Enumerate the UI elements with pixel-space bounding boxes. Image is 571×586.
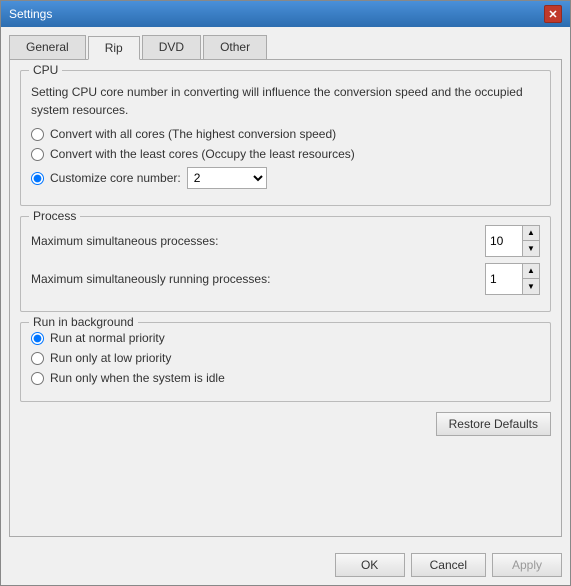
max-simultaneous-spinner: ▲ ▼ bbox=[485, 225, 540, 257]
max-running-down[interactable]: ▼ bbox=[523, 279, 539, 294]
tab-other[interactable]: Other bbox=[203, 35, 267, 59]
custom-cores-radio[interactable] bbox=[31, 172, 44, 185]
cpu-description: Setting CPU core number in converting wi… bbox=[31, 83, 540, 119]
max-simultaneous-spinner-buttons: ▲ ▼ bbox=[522, 226, 539, 256]
core-number-select[interactable]: 2 1 3 4 bbox=[187, 167, 267, 189]
max-running-row: Maximum simultaneously running processes… bbox=[31, 263, 540, 295]
max-simultaneous-input[interactable] bbox=[486, 226, 522, 256]
all-cores-label[interactable]: Convert with all cores (The highest conv… bbox=[50, 127, 336, 141]
process-group: Process Maximum simultaneous processes: … bbox=[20, 216, 551, 312]
idle-label[interactable]: Run only when the system is idle bbox=[50, 371, 225, 385]
normal-priority-row: Run at normal priority bbox=[31, 331, 540, 345]
low-priority-label[interactable]: Run only at low priority bbox=[50, 351, 171, 365]
max-running-spinner: ▲ ▼ bbox=[485, 263, 540, 295]
normal-priority-label[interactable]: Run at normal priority bbox=[50, 331, 165, 345]
restore-defaults-button[interactable]: Restore Defaults bbox=[436, 412, 551, 436]
process-group-label: Process bbox=[29, 209, 80, 223]
tab-general[interactable]: General bbox=[9, 35, 86, 59]
ok-button[interactable]: OK bbox=[335, 553, 405, 577]
custom-cores-label[interactable]: Customize core number: bbox=[50, 171, 181, 185]
tab-content: CPU Setting CPU core number in convertin… bbox=[9, 59, 562, 537]
tabs-container: General Rip DVD Other bbox=[9, 35, 562, 59]
window-title: Settings bbox=[9, 7, 52, 21]
max-running-up[interactable]: ▲ bbox=[523, 264, 539, 279]
cpu-group: CPU Setting CPU core number in convertin… bbox=[20, 70, 551, 206]
least-cores-row: Convert with the least cores (Occupy the… bbox=[31, 147, 540, 161]
cancel-button[interactable]: Cancel bbox=[411, 553, 486, 577]
max-simultaneous-down[interactable]: ▼ bbox=[523, 241, 539, 256]
restore-row: Restore Defaults bbox=[20, 412, 551, 436]
tab-dvd[interactable]: DVD bbox=[142, 35, 201, 59]
idle-radio[interactable] bbox=[31, 372, 44, 385]
all-cores-radio[interactable] bbox=[31, 128, 44, 141]
bottom-buttons: OK Cancel Apply bbox=[1, 545, 570, 585]
custom-cores-row: Customize core number: 2 1 3 4 bbox=[31, 167, 540, 189]
least-cores-radio[interactable] bbox=[31, 148, 44, 161]
close-button[interactable]: ✕ bbox=[544, 5, 562, 23]
idle-row: Run only when the system is idle bbox=[31, 371, 540, 385]
all-cores-row: Convert with all cores (The highest conv… bbox=[31, 127, 540, 141]
max-running-input[interactable] bbox=[486, 264, 522, 294]
settings-window: Settings ✕ General Rip DVD Other CPU Set… bbox=[0, 0, 571, 586]
max-running-label: Maximum simultaneously running processes… bbox=[31, 272, 479, 286]
background-group-label: Run in background bbox=[29, 315, 138, 329]
low-priority-radio[interactable] bbox=[31, 352, 44, 365]
max-simultaneous-label: Maximum simultaneous processes: bbox=[31, 234, 479, 248]
cpu-group-label: CPU bbox=[29, 63, 62, 77]
apply-button[interactable]: Apply bbox=[492, 553, 562, 577]
tab-rip[interactable]: Rip bbox=[88, 36, 140, 60]
low-priority-row: Run only at low priority bbox=[31, 351, 540, 365]
title-bar: Settings ✕ bbox=[1, 1, 570, 27]
max-simultaneous-up[interactable]: ▲ bbox=[523, 226, 539, 241]
least-cores-label[interactable]: Convert with the least cores (Occupy the… bbox=[50, 147, 355, 161]
max-running-spinner-buttons: ▲ ▼ bbox=[522, 264, 539, 294]
max-simultaneous-row: Maximum simultaneous processes: ▲ ▼ bbox=[31, 225, 540, 257]
normal-priority-radio[interactable] bbox=[31, 332, 44, 345]
background-group: Run in background Run at normal priority… bbox=[20, 322, 551, 402]
content-area: General Rip DVD Other CPU Setting CPU co… bbox=[1, 27, 570, 545]
